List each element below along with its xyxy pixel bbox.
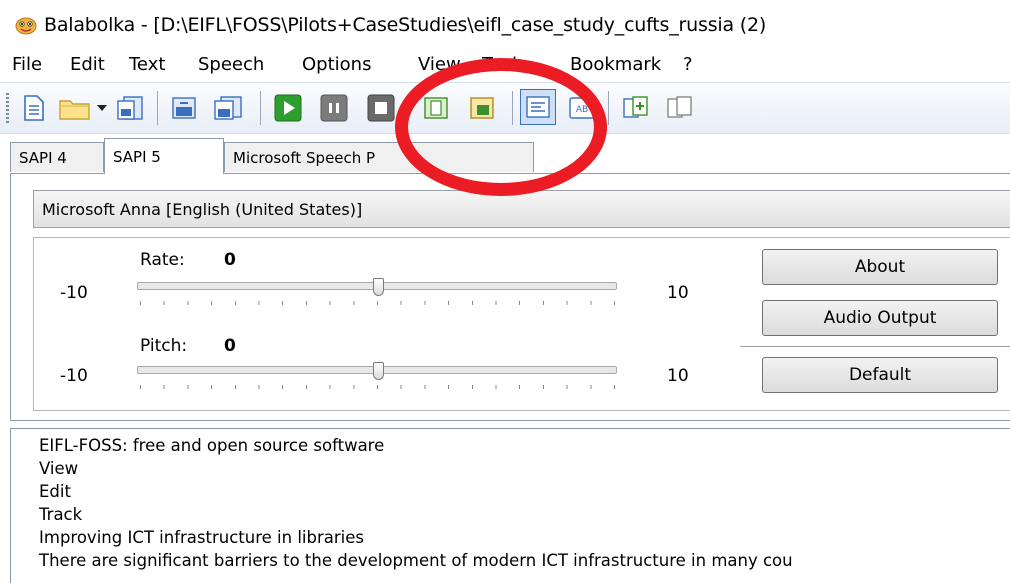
pitch-value: 0 <box>224 336 236 356</box>
text-line: View <box>39 459 79 478</box>
menu-text[interactable]: Text <box>129 54 165 75</box>
join-icon[interactable] <box>664 92 696 124</box>
about-button[interactable]: About <box>762 249 998 285</box>
default-button[interactable]: Default <box>762 357 998 393</box>
pause-icon[interactable] <box>318 92 350 124</box>
pitch-slider-thumb[interactable] <box>372 362 384 380</box>
toolbar-separator <box>157 91 158 125</box>
open-folder-icon[interactable] <box>58 92 92 124</box>
annotation-circle <box>395 58 607 196</box>
toolbar-separator <box>608 91 609 125</box>
text-line: Edit <box>39 482 71 501</box>
text-line: There are significant barriers to the de… <box>39 551 793 570</box>
rate-value: 0 <box>224 250 236 270</box>
dropdown-arrow-icon[interactable] <box>94 92 110 124</box>
menu-help[interactable]: ? <box>683 54 693 75</box>
play-icon[interactable] <box>272 92 304 124</box>
button-divider <box>740 346 1010 347</box>
tab-sapi4[interactable]: SAPI 4 <box>10 142 104 172</box>
stop-icon[interactable] <box>365 92 397 124</box>
menu-file[interactable]: File <box>12 54 42 75</box>
window-title: Balabolka - [D:\EIFL\FOSS\Pilots+CaseStu… <box>44 14 767 36</box>
menu-edit[interactable]: Edit <box>70 54 105 75</box>
text-line: EIFL-FOSS: free and open source software <box>39 436 385 455</box>
save-audio-icon[interactable] <box>168 92 200 124</box>
menu-options[interactable]: Options <box>302 54 371 75</box>
pitch-slider-ticks <box>140 385 616 389</box>
pitch-min-label: -10 <box>60 366 88 386</box>
menu-bookmark[interactable]: Bookmark <box>570 54 661 75</box>
save-icon[interactable] <box>114 92 146 124</box>
balabolka-face-icon <box>15 17 37 35</box>
new-document-icon[interactable] <box>18 92 50 124</box>
text-line: Improving ICT infrastructure in librarie… <box>39 528 364 547</box>
text-line: Track <box>39 505 83 524</box>
save-audio-as-icon[interactable] <box>212 92 244 124</box>
rate-label: Rate: <box>140 250 185 270</box>
pitch-label: Pitch: <box>140 336 188 356</box>
pitch-max-label: 10 <box>667 366 689 386</box>
rate-max-label: 10 <box>667 283 689 303</box>
menu-speech[interactable]: Speech <box>198 54 264 75</box>
rate-min-label: -10 <box>60 283 88 303</box>
title-bar: Balabolka - [D:\EIFL\FOSS\Pilots+CaseStu… <box>0 0 1010 50</box>
voice-dropdown[interactable]: Microsoft Anna [English (United States)] <box>33 190 1010 228</box>
split-icon[interactable] <box>620 92 652 124</box>
rate-slider-thumb[interactable] <box>372 278 384 296</box>
toolbar-separator <box>260 91 261 125</box>
toolbar-grip[interactable] <box>6 93 9 123</box>
tab-sapi5[interactable]: SAPI 5 <box>104 138 224 174</box>
rate-slider-ticks <box>140 301 616 305</box>
document-text-area[interactable]: EIFL-FOSS: free and open source software… <box>10 428 1010 583</box>
audio-output-button[interactable]: Audio Output <box>762 300 998 336</box>
